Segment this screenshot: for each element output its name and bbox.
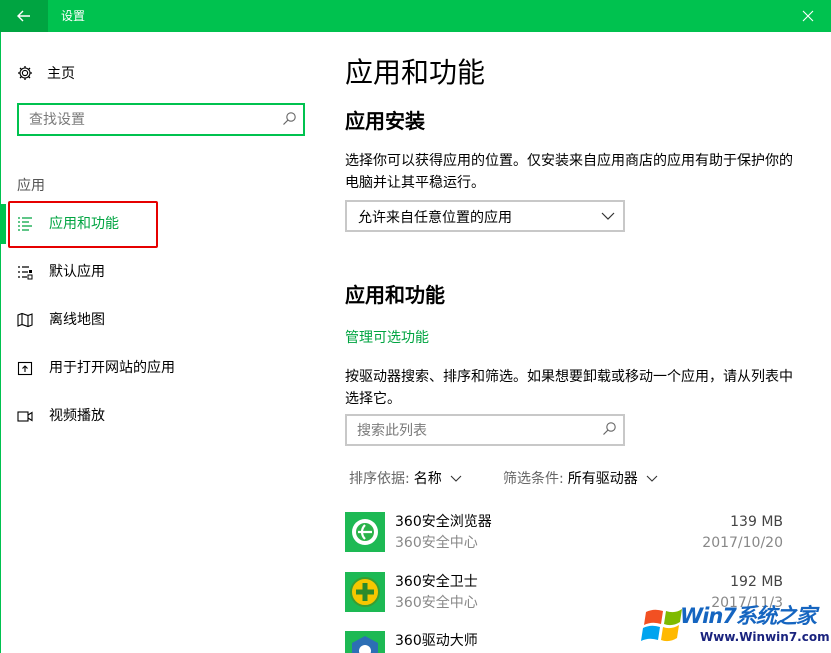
watermark-url: Www.Winwin7.com	[700, 630, 830, 644]
apps-search-input[interactable]	[357, 421, 597, 441]
open-in-icon	[17, 361, 33, 376]
install-source-dropdown[interactable]: 允许来自任意位置的应用	[345, 200, 625, 232]
back-button[interactable]	[0, 0, 48, 32]
window-title: 设置	[61, 9, 86, 23]
window-border	[0, 32, 1, 653]
settings-search-input[interactable]	[29, 110, 269, 130]
search-icon	[603, 422, 616, 435]
filter-label: 筛选条件:	[503, 471, 564, 487]
app-name: 360安全卫士	[395, 574, 478, 590]
sidebar-item-open-websites[interactable]: 用于打开网站的应用	[0, 348, 300, 388]
app-name: 360安全浏览器	[395, 514, 492, 530]
chevron-down-icon	[450, 475, 462, 482]
sort-dropdown[interactable]: 排序依据: 名称	[349, 468, 462, 488]
back-arrow-icon	[17, 10, 30, 22]
title-bar: 设置	[0, 0, 831, 32]
sort-label: 排序依据:	[349, 471, 410, 487]
app-date: 2017/10/20	[702, 535, 783, 551]
app-publisher: 360安全中心	[395, 535, 478, 551]
sidebar-item-label: 用于打开网站的应用	[49, 360, 175, 376]
video-icon	[17, 411, 33, 422]
360-driver-master-icon	[345, 631, 385, 653]
map-icon	[17, 312, 33, 328]
search-icon	[283, 112, 296, 125]
dropdown-value: 允许来自任意位置的应用	[358, 210, 512, 226]
sidebar-section-label: 应用	[17, 178, 45, 194]
sidebar-item-label: 离线地图	[49, 312, 105, 328]
settings-search[interactable]	[17, 103, 305, 136]
highlight-box	[8, 201, 158, 248]
install-heading: 应用安装	[345, 109, 425, 133]
app-publisher: 360安全中心	[395, 595, 478, 611]
sort-value: 名称	[413, 471, 442, 487]
manage-optional-features-link[interactable]: 管理可选功能	[345, 327, 429, 347]
watermark-brand: Win7系统之家	[680, 604, 817, 628]
install-description: 选择你可以获得应用的位置。仅安装来自应用商店的应用有助于保护你的电脑并让其平稳运…	[345, 153, 793, 191]
close-icon	[802, 10, 814, 22]
chevron-down-icon	[646, 475, 658, 482]
sidebar-item-label: 默认应用	[49, 264, 105, 280]
default-apps-icon	[18, 266, 33, 280]
app-list-item[interactable]: 360安全浏览器 360安全中心 139 MB 2017/10/20	[345, 512, 785, 562]
apps-search[interactable]	[345, 414, 625, 446]
app-name: 360驱动大师	[395, 633, 478, 649]
360-safeguard-icon	[345, 572, 385, 612]
gear-icon	[18, 66, 32, 80]
filter-dropdown[interactable]: 筛选条件: 所有驱动器	[503, 468, 658, 488]
home-link[interactable]: 主页	[17, 62, 75, 84]
close-button[interactable]	[785, 0, 831, 32]
page-title: 应用和功能	[345, 56, 486, 89]
app-size: 139 MB	[730, 514, 783, 530]
apps-description: 按驱动器搜索、排序和筛选。如果想要卸载或移动一个应用，请从列表中选择它。	[345, 369, 793, 407]
home-label: 主页	[47, 66, 75, 82]
sidebar-item-offline-maps[interactable]: 离线地图	[0, 300, 300, 340]
chevron-down-icon	[601, 212, 615, 220]
apps-heading: 应用和功能	[345, 283, 445, 307]
sidebar-item-default-apps[interactable]: 默认应用	[0, 252, 300, 292]
sidebar-item-video-playback[interactable]: 视频播放	[0, 396, 300, 436]
filter-value: 所有驱动器	[567, 471, 638, 487]
sidebar-item-label: 视频播放	[49, 408, 105, 424]
360-browser-icon	[345, 512, 385, 552]
